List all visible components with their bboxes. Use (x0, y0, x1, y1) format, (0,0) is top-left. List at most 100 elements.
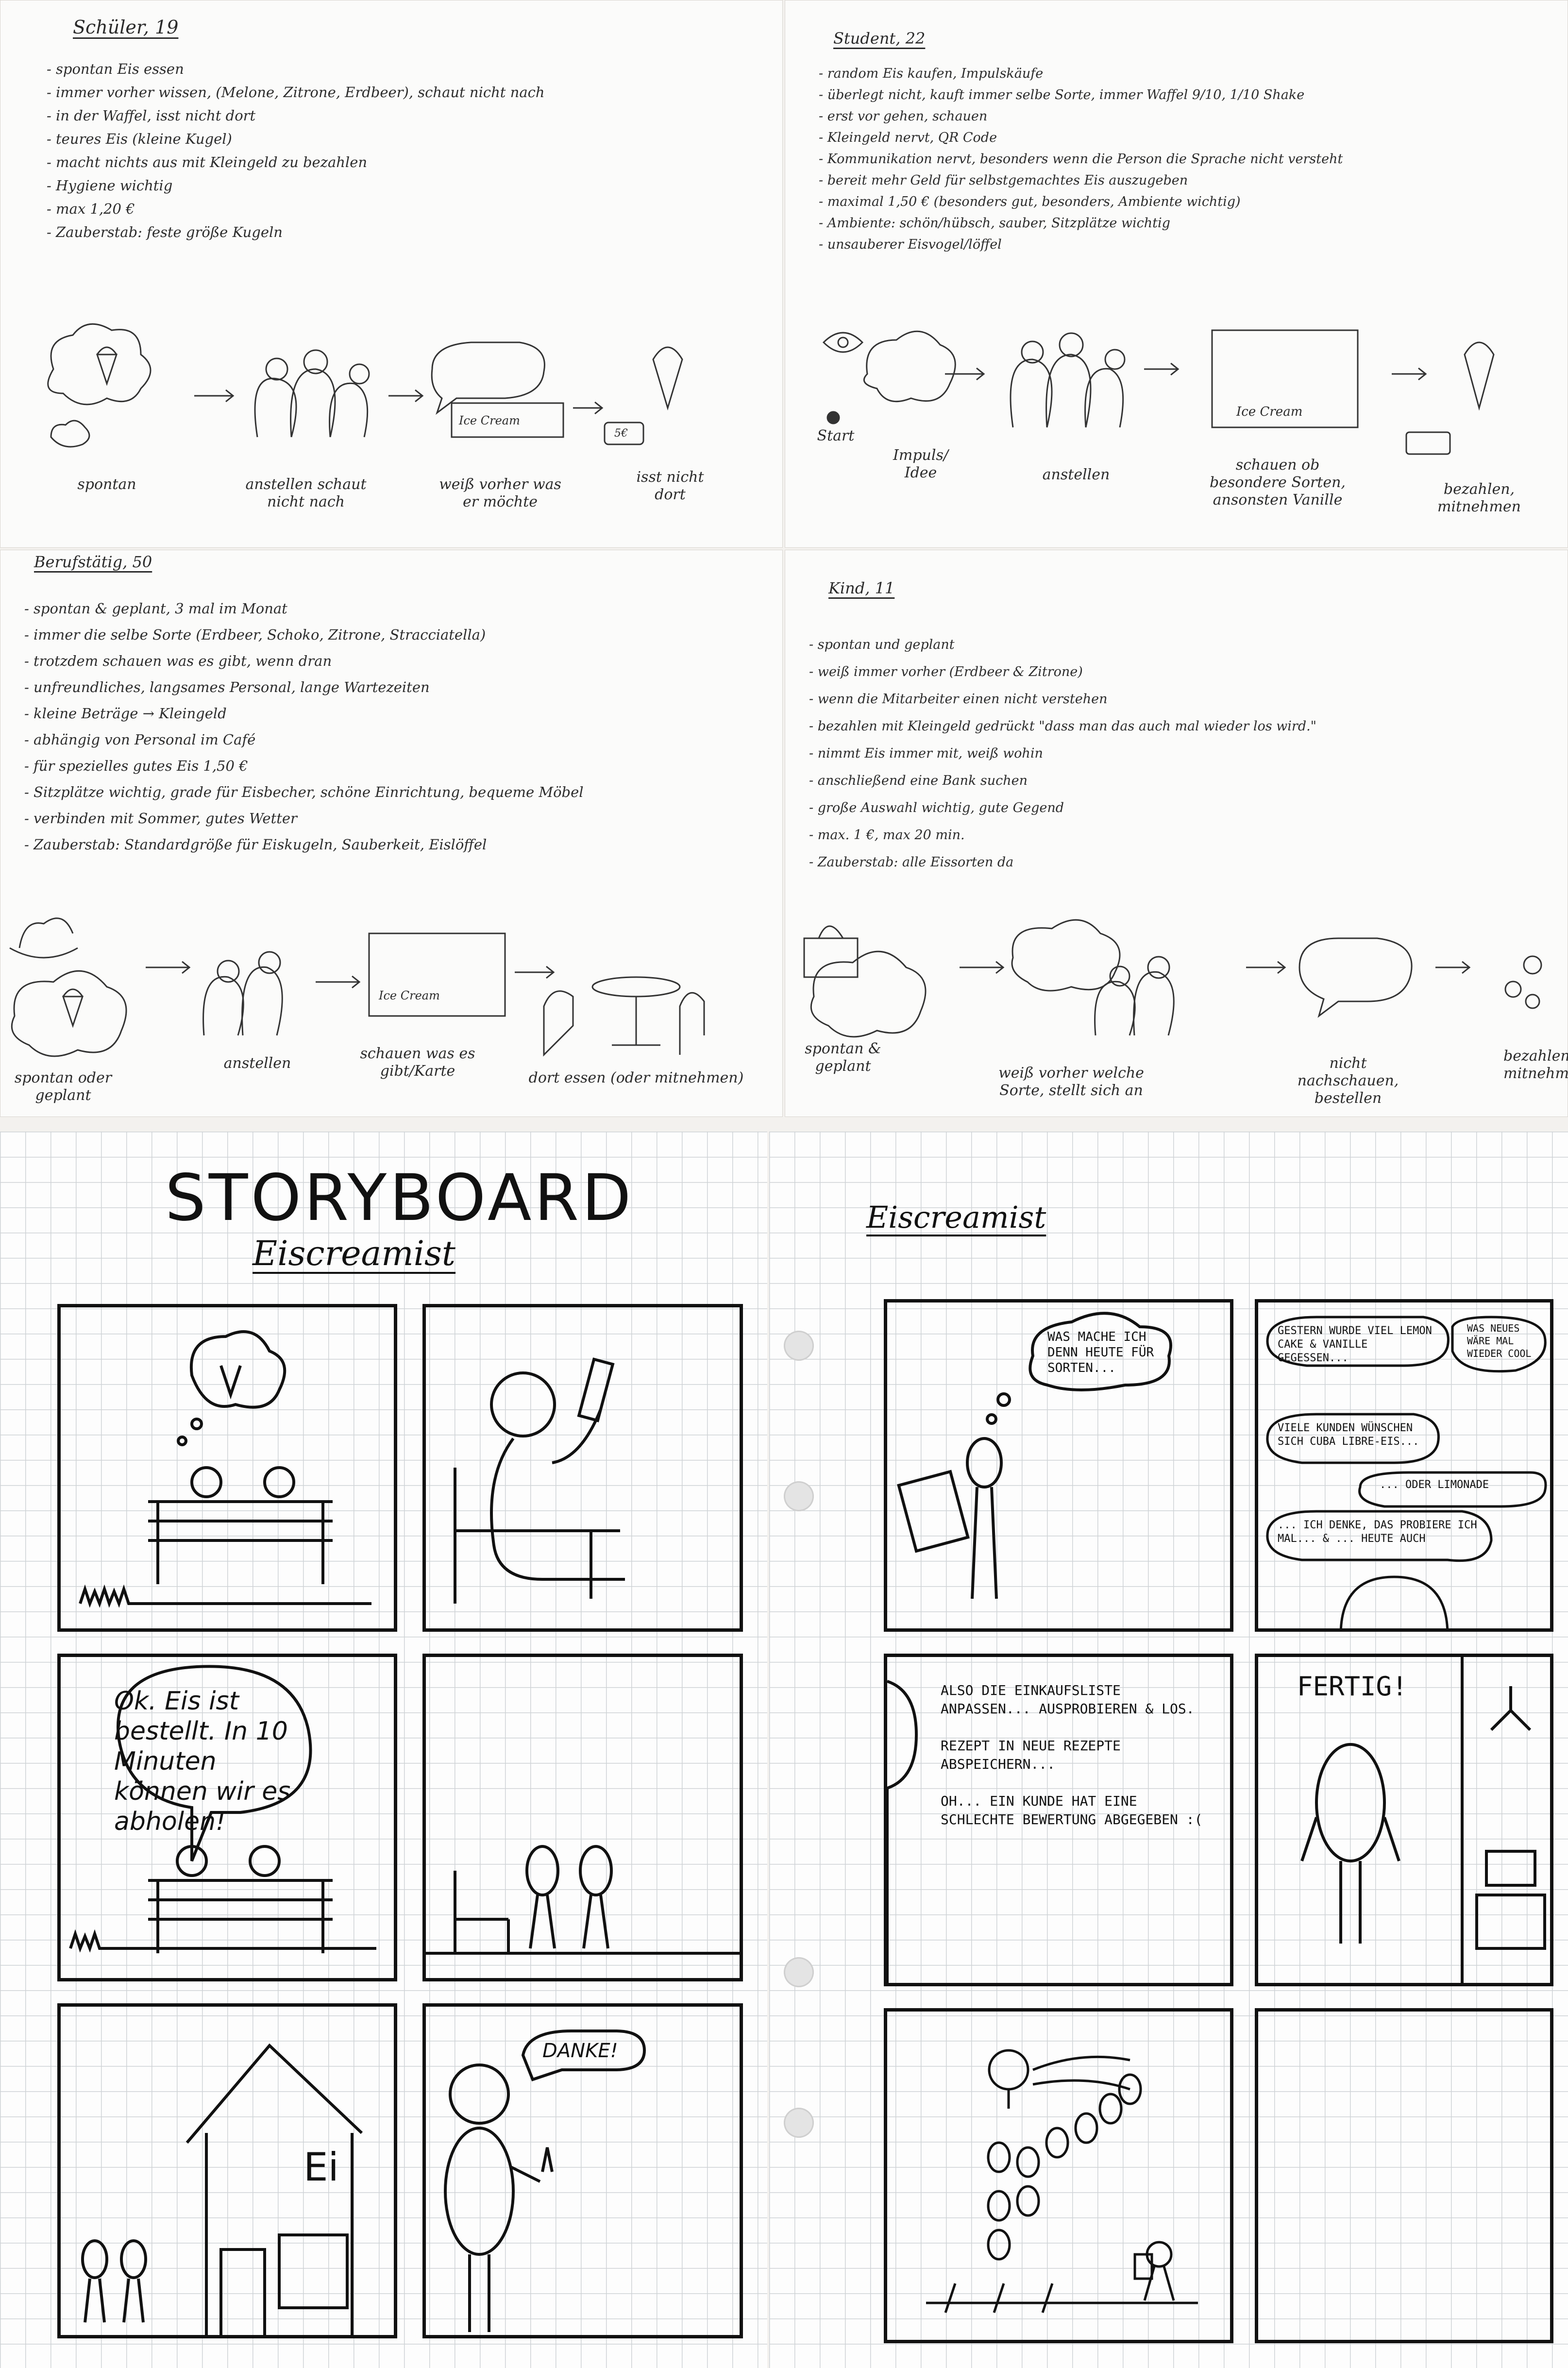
thought-dot-icon (996, 1392, 1011, 1407)
thought-dot-icon (190, 1418, 203, 1430)
order-speech-text: Ok. Eis ist bestellt. In 10 Minuten könn… (114, 1687, 291, 1836)
journey-caption: anstellen schaut nicht nach (245, 476, 367, 510)
cool-speech-text: WAS NEUES WÄRE MAL WIEDER COOL (1467, 1322, 1532, 1359)
ice-cream-cone-icon (62, 988, 84, 1028)
ice-cream-cone-icon (219, 1365, 242, 1400)
done-speech-text: FERTIG! (1297, 1671, 1408, 1702)
persona-sheet-berufstaetig: Berufstätig, 50 spontan & geplant, 3 mal… (0, 550, 783, 1117)
person-with-ice-cream-icon (444, 2064, 554, 2332)
arrow-icon (1144, 362, 1180, 376)
person-with-tablet-icon (454, 1357, 625, 1604)
shopping-bag-icon (803, 925, 859, 978)
storyboard-subtitle: Eiscreamist (253, 1234, 456, 1273)
two-people-icon (525, 1845, 613, 1949)
speech-bubble-icon (431, 341, 545, 415)
speech-bubble-icon (1298, 937, 1413, 1018)
coin-label: 5€ (614, 427, 628, 440)
ice-cream-shop-icon (185, 2043, 363, 2335)
customers-speech-text: VIELE KUNDEN WÜNSCHEN SICH CUBA LIBRE-EI… (1278, 1422, 1419, 1448)
thought-dot-icon (177, 1436, 187, 1446)
recipe-panel-text: ALSO DIE EINKAUFSLISTE ANPASSEN... AUSPR… (941, 1682, 1203, 1827)
arrow-icon (1392, 367, 1427, 381)
journey-caption: anstellen (1042, 466, 1110, 483)
storyboard-panel-12 (1255, 2008, 1553, 2343)
lemonade-speech-text: ... ODER LIMONADE (1380, 1479, 1489, 1491)
thought-cloud-icon (810, 950, 927, 1038)
cafe-table-icon (543, 976, 705, 1057)
thought-cloud-icon (863, 330, 956, 403)
storyboard-panel-4 (422, 1654, 743, 1981)
journey-caption: spontan & geplant (805, 1040, 881, 1075)
ice-cream-cone-icon (652, 346, 683, 411)
happy-person-icon (1300, 1743, 1400, 1944)
ice-cream-sign: Ice Cream (459, 414, 520, 427)
storyboard-page-1: STORYBOARD Eiscreamist Ok. Eis ist beste… (0, 1132, 767, 2368)
coin-icon (1523, 955, 1542, 975)
binder-hole (784, 1957, 814, 1987)
payment-card-icon (1405, 431, 1451, 455)
shop-sign-text: Ei (303, 2145, 339, 2190)
motion-lines (1032, 2055, 1130, 2091)
thought-cloud-icon (1011, 919, 1121, 992)
journey-caption: nicht nachschauen, bestellen (1297, 1055, 1399, 1107)
binder-hole (784, 1331, 814, 1361)
yesterday-speech-text: GESTERN WURDE VIEL LEMON CAKE & VANILLE … (1278, 1325, 1432, 1364)
people-on-bench-icon (148, 1845, 333, 1953)
grass-icon (79, 1584, 371, 1608)
ground-line (926, 2283, 1198, 2313)
chef-person-icon (897, 1437, 1003, 1599)
coin-icon (1504, 981, 1522, 998)
ice-cream-cone-icon (1464, 341, 1495, 411)
journey-caption: schauen ob besondere Sorten, ansonsten V… (1210, 457, 1346, 508)
journey-sketch (803, 919, 1542, 1038)
arrow-icon (515, 965, 555, 979)
chef-face-icon (887, 1680, 918, 1983)
eye-icon (822, 332, 864, 353)
queue-people-icon (1010, 332, 1126, 428)
storyboard-panel-3: Ok. Eis ist bestellt. In 10 Minuten könn… (57, 1654, 397, 1981)
thought-cloud-icon (47, 323, 152, 406)
storyboard-panel-5: Ei (57, 2003, 397, 2338)
delivery-person-icon (1133, 2241, 1175, 2301)
ice-cream-sign: Ice Cream (1236, 405, 1303, 419)
arrow-icon (146, 961, 191, 974)
journey-caption: anstellen (223, 1055, 291, 1072)
journey-caption: dort essen (oder mitnehmen) (528, 1069, 744, 1086)
people-on-bench-icon (148, 1466, 333, 1584)
oven-icon (1475, 1850, 1546, 1950)
journey-caption: Start (817, 427, 855, 444)
queue-people-icon (1094, 956, 1175, 1036)
journey-caption: Impuls/ Idee (893, 447, 948, 481)
storyboard-panel-10: FERTIG! (1255, 1654, 1553, 1986)
journey-caption: bezahlen, mitnehmen (1437, 481, 1521, 515)
try-speech-text: ... ICH DENKE, DAS PROBIERE ICH MAL... &… (1278, 1519, 1477, 1545)
storyboard-panel-2 (422, 1304, 743, 1632)
storyboard-subtitle: Eiscreamist (866, 1200, 1046, 1235)
persona-sheet-kind: Kind, 11 spontan und geplant weiß immer … (785, 550, 1568, 1117)
flavor-thought-text: WAS MACHE ICH DENN HEUTE FÜR SORTEN... (1047, 1330, 1154, 1375)
storyboard-panel-9: ALSO DIE EINKAUFSLISTE ANPASSEN... AUSPR… (884, 1654, 1233, 1986)
persona-sheet-student: Student, 22 random Eis kaufen, Impulskäu… (785, 0, 1568, 548)
queue-people-icon (254, 349, 370, 438)
journey-caption: bezahlen, mitnehmen (1503, 1048, 1568, 1082)
journey-caption: schauen was es gibt/Karte (360, 1045, 475, 1080)
journey-sketch (47, 323, 683, 448)
arrow-icon (1246, 961, 1286, 974)
sun-head-icon (1339, 1575, 1449, 1628)
journey-caption: weiß vorher was er möchte (439, 476, 561, 510)
storyboard-panel-1 (57, 1304, 397, 1632)
arrow-icon (194, 389, 235, 403)
ice-cream-bowl-icon (9, 917, 78, 959)
storyboard-panel-11 (884, 2008, 1233, 2343)
arrow-icon (1435, 961, 1471, 974)
persona-sheet-schueler: Schüler, 19 spontan Eis essen immer vorh… (0, 0, 783, 548)
binder-hole (784, 2108, 814, 2138)
queue-people-icon (202, 951, 283, 1036)
coin-icon (1525, 994, 1540, 1009)
storyboard-page-2: Eiscreamist WAS MACHE ICH DENN HEUTE FÜR… (769, 1132, 1568, 2368)
arrow-icon (960, 961, 1005, 974)
journey-caption: spontan oder geplant (14, 1069, 112, 1104)
thought-dot-icon (986, 1413, 997, 1425)
arrow-icon (573, 401, 604, 415)
thanks-speech-text: DANKE! (542, 2040, 618, 2062)
